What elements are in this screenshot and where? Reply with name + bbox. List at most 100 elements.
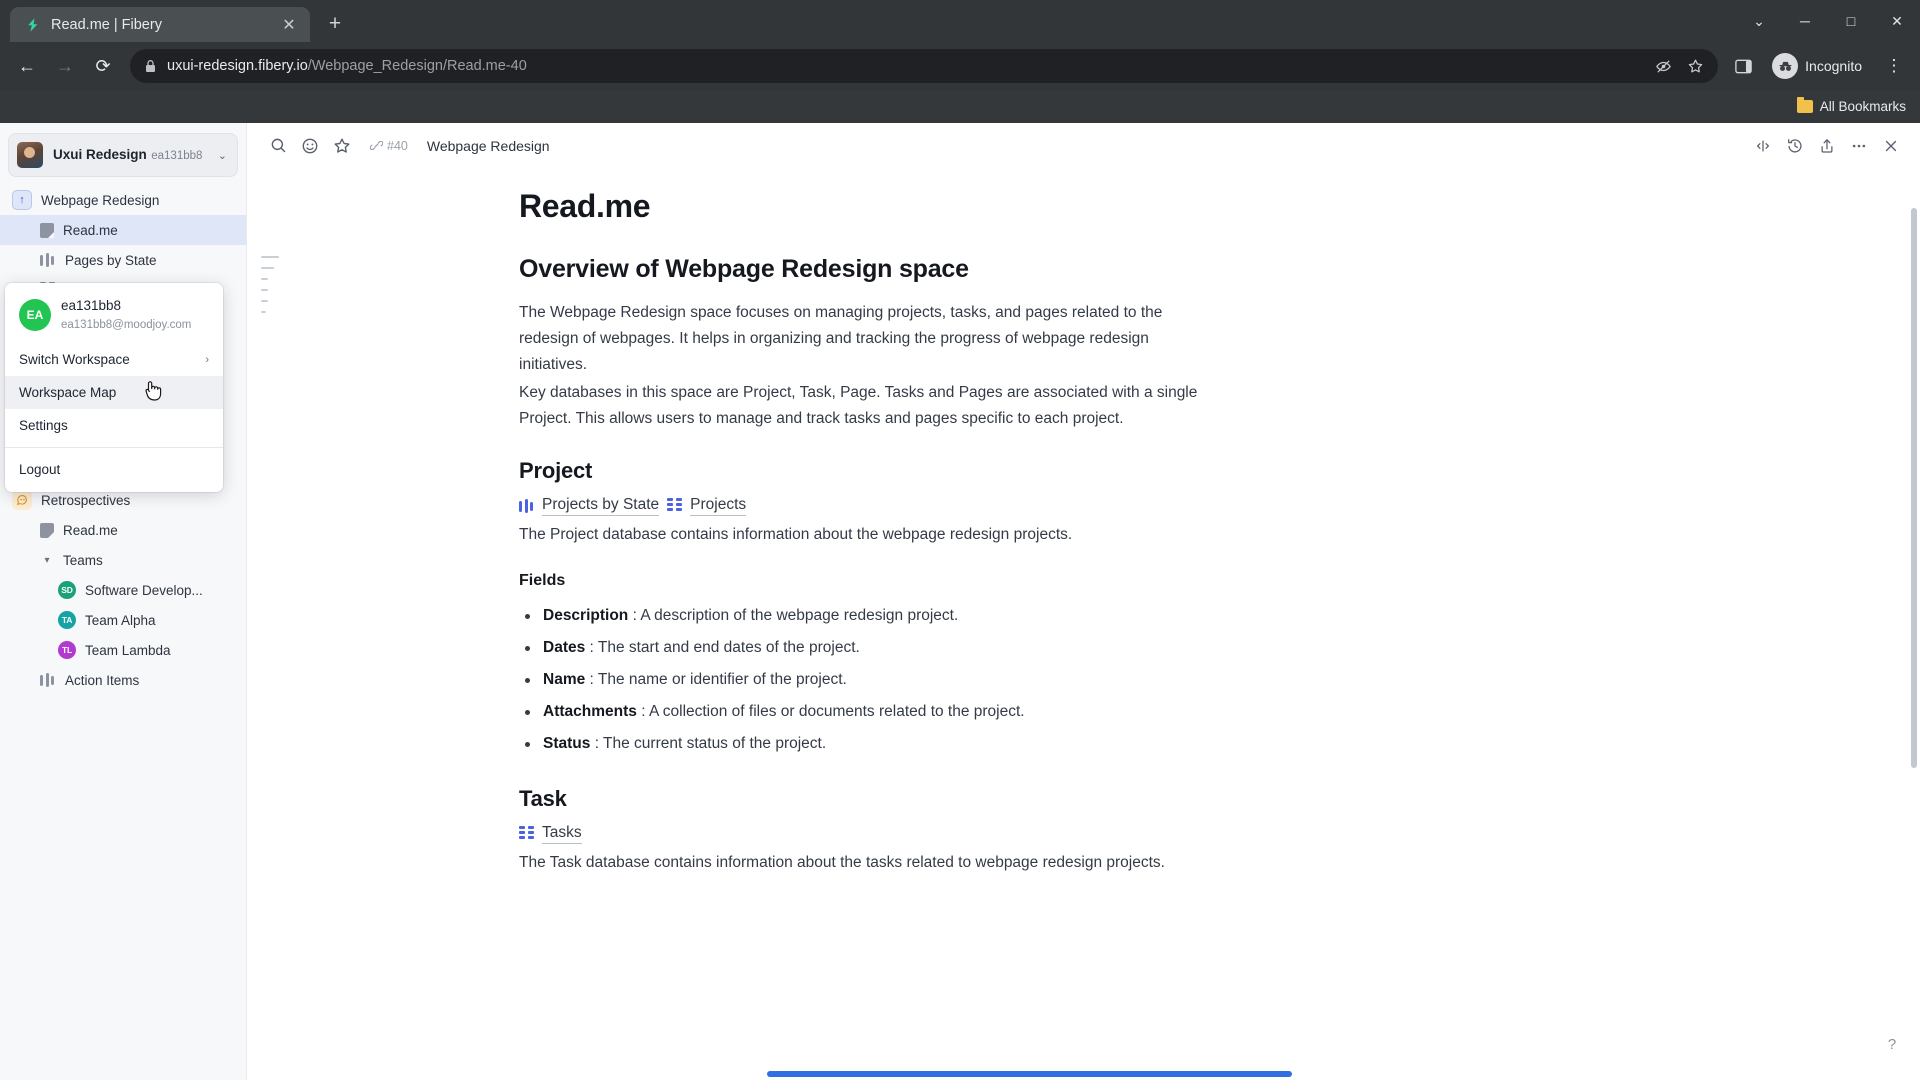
list-item: Name : The name or identifier of the pro… [519, 664, 1219, 696]
page-title: Read.me [519, 188, 651, 224]
space-icon-orange [12, 490, 32, 510]
sidebar-item-pages-by-state[interactable]: Pages by State [0, 245, 246, 275]
split-view-icon[interactable] [1748, 131, 1778, 161]
paragraph-project-description: The Project database contains informatio… [519, 526, 1073, 543]
board-icon [519, 498, 535, 514]
list-item: Status : The current status of the proje… [519, 728, 1219, 760]
db-link-label: Projects by State [542, 496, 660, 516]
browser-tab[interactable]: Read.me | Fibery ✕ [10, 7, 310, 42]
share-icon[interactable] [1812, 131, 1842, 161]
sidebar-item-label: Read.me [63, 522, 118, 538]
sidebar-item-action-items[interactable]: Action Items [0, 665, 246, 695]
list-item: Attachments : A collection of files or d… [519, 696, 1219, 728]
workspace-name: Uxui Redesign [53, 147, 147, 162]
entity-id-badge[interactable]: #40 [363, 137, 415, 155]
app-container: Uxui Redesign ea131bb8 ⌄ ↑ Webpage Redes… [0, 123, 1920, 1080]
reload-button[interactable]: ⟳ [86, 49, 120, 83]
dropdown-account-row[interactable]: EA ea131bb8 ea131bb8@moodjoy.com [5, 289, 223, 343]
sidebar-item-label: Team Lambda [85, 642, 171, 658]
menu-item-label: Settings [19, 418, 68, 433]
document-toolbar: #40 Webpage Redesign [247, 123, 1920, 168]
team-avatar: TA [58, 611, 76, 629]
field-name: Name [543, 671, 586, 688]
profile-label: Incognito [1805, 58, 1862, 74]
chevron-down-icon[interactable]: ⌄ [218, 149, 229, 162]
all-bookmarks-button[interactable]: All Bookmarks [1796, 97, 1906, 114]
breadcrumb[interactable]: Webpage Redesign [427, 138, 550, 154]
doc-icon [40, 222, 54, 238]
favorite-star-icon[interactable] [327, 131, 357, 161]
history-icon[interactable] [1780, 131, 1810, 161]
sidebar-item-retro-readme[interactable]: Read.me [0, 515, 246, 545]
heading-task: Task [519, 786, 567, 811]
menu-item-workspace-map[interactable]: Workspace Map [5, 376, 223, 409]
fibery-logo-icon [24, 16, 41, 33]
workspace-switcher[interactable]: Uxui Redesign ea131bb8 ⌄ [8, 133, 238, 177]
field-name: Description [543, 607, 629, 624]
sidebar-item-label: Pages by State [65, 252, 157, 268]
db-link-projects-by-state[interactable]: Projects by State [519, 496, 660, 516]
db-link-label: Projects [690, 496, 747, 516]
forward-button[interactable]: → [48, 49, 82, 83]
task-database-links: Tasks [519, 824, 1219, 844]
tab-close-icon[interactable]: ✕ [278, 14, 300, 36]
list-item: Dates : The start and end dates of the p… [519, 632, 1219, 664]
grid-icon [667, 498, 683, 514]
url-text: uxui-redesign.fibery.io/Webpage_Redesign… [167, 58, 1638, 74]
field-name: Attachments [543, 703, 637, 720]
bookmark-star-icon[interactable] [1680, 51, 1710, 81]
chevron-down-icon[interactable]: ▾ [40, 555, 54, 566]
window-close-button[interactable]: ✕ [1874, 0, 1920, 42]
emoji-icon[interactable] [295, 131, 325, 161]
grid-icon [519, 826, 535, 842]
chrome-menu-button[interactable]: ⋮ [1878, 49, 1910, 83]
minimize-button[interactable]: ─ [1782, 0, 1828, 42]
db-link-projects[interactable]: Projects [667, 496, 747, 516]
tab-strip: Read.me | Fibery ✕ + ⌄ ─ □ ✕ [0, 0, 1920, 42]
profile-incognito-button[interactable]: Incognito [1768, 50, 1874, 82]
folder-icon [1796, 97, 1813, 113]
heading-project: Project [519, 458, 593, 483]
space-icon-blue: ↑ [12, 190, 32, 210]
menu-item-switch-workspace[interactable]: Switch Workspace › [5, 343, 223, 376]
maximize-button[interactable]: □ [1828, 0, 1874, 42]
sidebar-item-label: Webpage Redesign [41, 192, 160, 208]
sidebar-item-webpage-redesign[interactable]: ↑ Webpage Redesign [0, 185, 246, 215]
sidebar-item-label: Retrospectives [41, 492, 131, 508]
vertical-scrollbar[interactable] [1911, 208, 1917, 768]
document-outline-rail[interactable] [261, 256, 283, 313]
horizontal-scrollbar[interactable] [767, 1071, 1292, 1077]
sidebar-item-readme[interactable]: Read.me [0, 215, 246, 245]
sidebar-item-team-alpha[interactable]: TA Team Alpha [0, 605, 246, 635]
field-name: Status [543, 735, 591, 752]
sidebar-item-software-development[interactable]: SD Software Develop... [0, 575, 246, 605]
menu-item-logout[interactable]: Logout [5, 453, 223, 486]
workspace-avatar [17, 142, 43, 168]
menu-item-settings[interactable]: Settings [5, 409, 223, 442]
field-name: Dates [543, 639, 586, 656]
side-panel-icon[interactable] [1728, 51, 1758, 81]
account-text: ea131bb8 ea131bb8@moodjoy.com [61, 297, 211, 333]
search-icon[interactable] [263, 131, 293, 161]
document-content: Read.me Overview of Webpage Redesign spa… [519, 168, 1219, 878]
third-party-cookie-icon[interactable] [1648, 51, 1678, 81]
more-options-icon[interactable] [1844, 131, 1874, 161]
db-link-tasks[interactable]: Tasks [519, 824, 582, 844]
address-bar-actions [1648, 51, 1710, 81]
back-button[interactable]: ← [10, 49, 44, 83]
menu-item-label: Logout [19, 462, 61, 477]
project-fields-list: Description : A description of the webpa… [519, 600, 1219, 760]
bookmarks-bar: All Bookmarks [0, 90, 1920, 123]
avatar: EA [19, 299, 51, 331]
tab-search-button[interactable]: ⌄ [1736, 0, 1782, 42]
sidebar-group-teams[interactable]: ▾ Teams [0, 545, 246, 575]
address-bar[interactable]: uxui-redesign.fibery.io/Webpage_Redesign… [130, 49, 1719, 83]
menu-item-label: Switch Workspace [19, 352, 130, 367]
close-icon[interactable] [1876, 131, 1906, 161]
workspace-dropdown-menu: EA ea131bb8 ea131bb8@moodjoy.com Switch … [5, 283, 223, 492]
sidebar-item-team-lambda[interactable]: TL Team Lambda [0, 635, 246, 665]
sidebar-item-label: Read.me [63, 222, 118, 238]
help-button[interactable]: ? [1880, 1032, 1904, 1056]
account-name: ea131bb8 [61, 298, 122, 313]
new-tab-button[interactable]: + [320, 9, 350, 39]
